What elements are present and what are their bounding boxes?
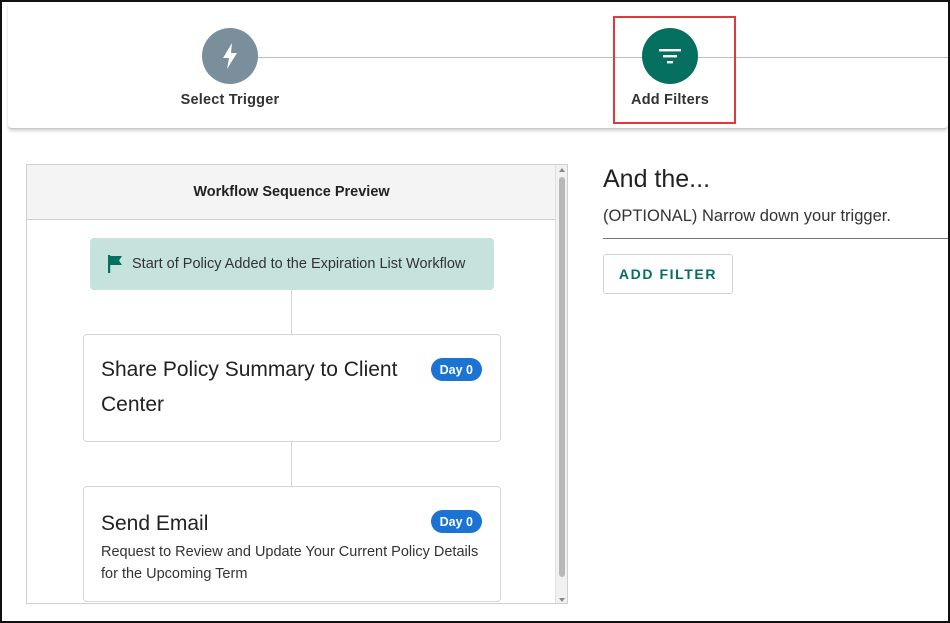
step-circle bbox=[202, 28, 258, 84]
step-title: Send Email bbox=[101, 512, 209, 535]
preview-scrollbar[interactable] bbox=[555, 165, 567, 603]
lightning-bolt-icon bbox=[223, 43, 237, 69]
sequence-step-card[interactable]: Send Email Day 0 Request to Review and U… bbox=[83, 486, 501, 602]
sequence-connector bbox=[291, 442, 292, 486]
sequence-connector bbox=[291, 290, 292, 334]
add-filter-button[interactable]: ADD FILTER bbox=[603, 254, 733, 294]
step-description: Request to Review and Update Your Curren… bbox=[101, 544, 479, 582]
day-badge: Day 0 bbox=[430, 510, 482, 533]
workflow-start-chip: Start of Policy Added to the Expiration … bbox=[90, 238, 494, 290]
scroll-up-arrow-icon[interactable] bbox=[559, 168, 565, 172]
filters-subheading: (OPTIONAL) Narrow down your trigger. bbox=[603, 207, 891, 225]
start-label: Start of Policy Added to the Expiration … bbox=[132, 256, 466, 272]
step-label: Select Trigger bbox=[180, 92, 280, 108]
filters-divider bbox=[603, 238, 948, 239]
workflow-stepper: Select Trigger Add Filters bbox=[8, 4, 948, 129]
day-badge: Day 0 bbox=[430, 358, 482, 381]
flag-icon bbox=[106, 254, 124, 274]
step-select-trigger[interactable]: Select Trigger bbox=[160, 28, 300, 108]
step-title: Share Policy Summary to Client Center bbox=[101, 358, 398, 416]
workflow-sequence-preview: Workflow Sequence Preview Start of Polic… bbox=[26, 164, 568, 604]
filters-heading: And the... bbox=[603, 165, 711, 193]
stepper-connector-line bbox=[228, 57, 948, 58]
preview-title: Workflow Sequence Preview bbox=[27, 165, 556, 220]
app-frame: Select Trigger Add Filters Workflow Sequ… bbox=[0, 0, 950, 623]
highlight-box bbox=[613, 16, 736, 124]
scrollbar-thumb[interactable] bbox=[559, 177, 565, 577]
scroll-down-arrow-icon[interactable] bbox=[559, 598, 565, 602]
sequence-step-card[interactable]: Share Policy Summary to Client Center Da… bbox=[83, 334, 501, 442]
